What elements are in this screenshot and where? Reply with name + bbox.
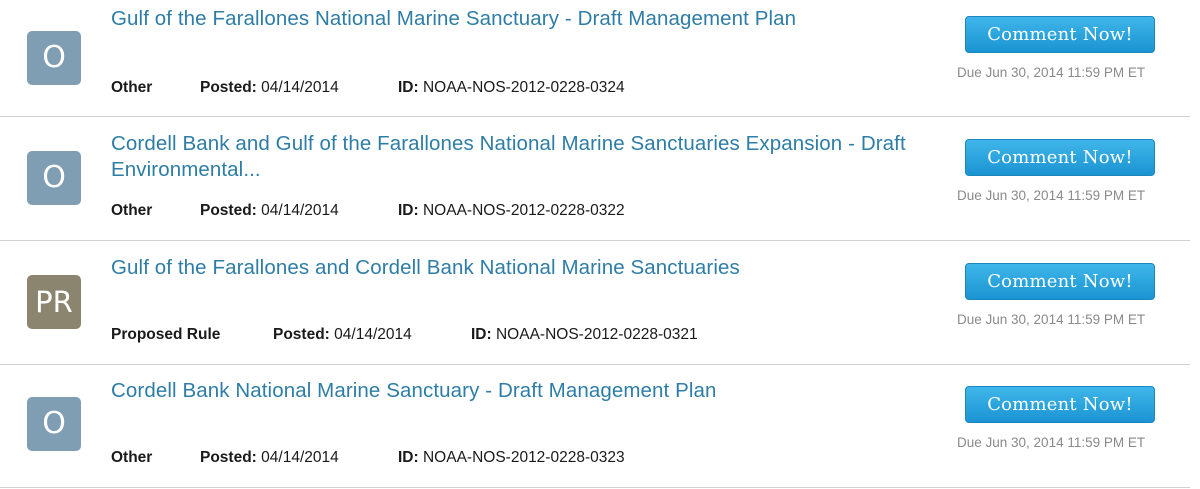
document-row: O Gulf of the Farallones National Marine…: [0, 0, 1190, 117]
document-meta: Other Posted: 04/14/2014 ID: NOAA-NOS-2012…: [111, 202, 625, 220]
document-type-label: Other: [111, 202, 153, 219]
document-id: NOAA-NOS-2012-0228-0321: [495, 326, 698, 343]
document-type-badge: O: [27, 151, 81, 205]
document-title-link[interactable]: Gulf of the Farallones National Marine S…: [111, 6, 931, 32]
document-type-label: Proposed Rule: [111, 326, 221, 343]
document-type-label: Other: [111, 79, 153, 96]
document-row: PR Gulf of the Farallones and Cordell Ba…: [0, 241, 1190, 365]
document-type-badge: O: [27, 397, 81, 451]
comment-due-date: Due Jun 30, 2014 11:59 PM ET: [957, 312, 1146, 327]
document-id-info: ID: NOAA-NOS-2012-0228-0322: [398, 202, 625, 220]
comment-now-button[interactable]: Comment Now!: [965, 16, 1155, 53]
document-id-info: ID: NOAA-NOS-2012-0228-0321: [471, 326, 698, 344]
posted-date: 04/14/2014: [261, 449, 339, 466]
document-row: O Cordell Bank and Gulf of the Farallone…: [0, 117, 1190, 241]
comment-now-button[interactable]: Comment Now!: [965, 386, 1155, 423]
document-title-link[interactable]: Cordell Bank and Gulf of the Farallones …: [111, 131, 931, 183]
id-label: ID:: [398, 202, 419, 219]
comment-due-date: Due Jun 30, 2014 11:59 PM ET: [957, 65, 1146, 80]
comment-due-date: Due Jun 30, 2014 11:59 PM ET: [957, 435, 1146, 450]
comment-now-button[interactable]: Comment Now!: [965, 139, 1155, 176]
document-id-info: ID: NOAA-NOS-2012-0228-0324: [398, 79, 625, 97]
document-id: NOAA-NOS-2012-0228-0323: [422, 449, 625, 466]
id-label: ID:: [398, 449, 419, 466]
posted-label: Posted:: [200, 79, 257, 96]
posted-info: Posted: 04/14/2014: [273, 326, 471, 344]
document-type-badge: PR: [27, 275, 81, 329]
document-type-badge: O: [27, 31, 81, 85]
document-results-list: O Gulf of the Farallones National Marine…: [0, 0, 1200, 489]
posted-info: Posted: 04/14/2014: [200, 202, 398, 220]
document-meta: Other Posted: 04/14/2014 ID: NOAA-NOS-2012…: [111, 79, 625, 97]
posted-date: 04/14/2014: [261, 202, 339, 219]
document-type-label: Other: [111, 449, 153, 466]
document-id-info: ID: NOAA-NOS-2012-0228-0323: [398, 449, 625, 467]
document-id: NOAA-NOS-2012-0228-0322: [422, 202, 625, 219]
document-meta: Proposed Rule Posted: 04/14/2014 ID: NOAA-…: [111, 326, 698, 344]
posted-info: Posted: 04/14/2014: [200, 79, 398, 97]
document-id: NOAA-NOS-2012-0228-0324: [422, 79, 625, 96]
posted-label: Posted:: [200, 449, 257, 466]
comment-due-date: Due Jun 30, 2014 11:59 PM ET: [957, 188, 1146, 203]
comment-now-button[interactable]: Comment Now!: [965, 263, 1155, 300]
posted-label: Posted:: [200, 202, 257, 219]
posted-date: 04/14/2014: [334, 326, 412, 343]
id-label: ID:: [398, 79, 419, 96]
document-row: O Cordell Bank National Marine Sanctuary…: [0, 364, 1190, 488]
document-meta: Other Posted: 04/14/2014 ID: NOAA-NOS-2012…: [111, 449, 625, 467]
posted-info: Posted: 04/14/2014: [200, 449, 398, 467]
posted-label: Posted:: [273, 326, 330, 343]
posted-date: 04/14/2014: [261, 79, 339, 96]
id-label: ID:: [471, 326, 492, 343]
document-title-link[interactable]: Gulf of the Farallones and Cordell Bank …: [111, 255, 931, 281]
document-title-link[interactable]: Cordell Bank National Marine Sanctuary -…: [111, 378, 931, 404]
